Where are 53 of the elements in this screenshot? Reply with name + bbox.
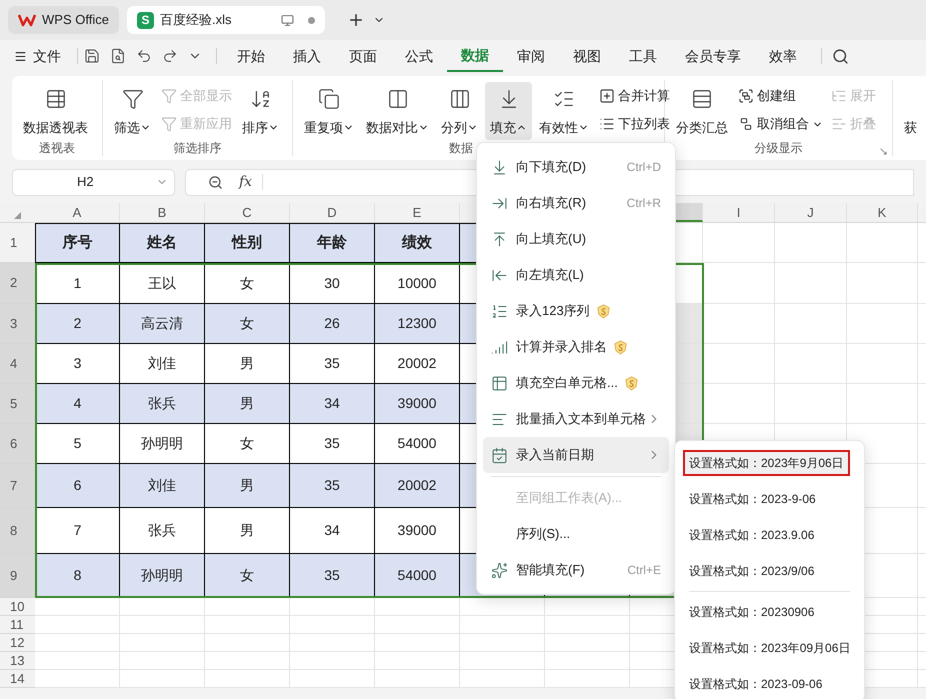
group-label: 分级显示 (754, 140, 802, 156)
table-cell: 孙明明 (120, 554, 205, 598)
table-cell: 男 (205, 464, 290, 508)
group-label: 筛选排序 (174, 140, 222, 156)
table-cell: 35 (290, 554, 375, 598)
table-cell: 34 (290, 508, 375, 554)
table-cell: 1 (35, 263, 120, 304)
group-label: 透视表 (39, 140, 75, 156)
sheet-app-icon: S (136, 12, 154, 28)
table-cell: 张兵 (120, 384, 205, 424)
table-cell: 刘佳 (120, 464, 205, 508)
table-cell: 4 (35, 384, 120, 424)
table-cell: 6 (35, 464, 120, 508)
shortcut-label: Ctrl+R (626, 195, 661, 212)
table-cell: 刘佳 (120, 344, 205, 384)
table-cell: 10000 (375, 263, 460, 304)
table-cell: 54000 (375, 424, 460, 464)
shortcut-label: Ctrl+E (627, 562, 661, 579)
table-cell: 30 (290, 263, 375, 304)
table-cell: 序号 (35, 223, 120, 263)
table-cell: 3 (35, 344, 120, 384)
table-cell: 女 (205, 424, 290, 464)
group-label: 数据 (449, 140, 473, 156)
table-cell: 34 (290, 384, 375, 424)
table-cell: 35 (290, 424, 375, 464)
table-cell: 性别 (205, 223, 290, 263)
table-cell: 年龄 (290, 223, 375, 263)
table-cell: 54000 (375, 554, 460, 598)
table-cell: 高云清 (120, 304, 205, 344)
table-cell: 7 (35, 508, 120, 554)
table-cell: 26 (290, 304, 375, 344)
table-cell: 女 (205, 263, 290, 304)
table-cell: 35 (290, 344, 375, 384)
table-cell: 女 (205, 554, 290, 598)
table-cell: 39000 (375, 384, 460, 424)
table-cell: 12300 (375, 304, 460, 344)
table-cell: 20002 (375, 464, 460, 508)
table-cell: 5 (35, 424, 120, 464)
table-cell: 女 (205, 304, 290, 344)
table-cell: 20002 (375, 344, 460, 384)
table-cell: 男 (205, 344, 290, 384)
table-cell: 王以 (120, 263, 205, 304)
function-label: fx (239, 172, 252, 192)
table-cell: 39000 (375, 508, 460, 554)
table-cell: 男 (205, 384, 290, 424)
table-cell: 8 (35, 554, 120, 598)
table-cell: 姓名 (120, 223, 205, 263)
table-cell: 2 (35, 304, 120, 344)
table-cell: 孙明明 (120, 424, 205, 464)
table-cell: 男 (205, 508, 290, 554)
table-cell: 张兵 (120, 508, 205, 554)
table-cell: 35 (290, 464, 375, 508)
table-cell: 绩效 (375, 223, 460, 263)
